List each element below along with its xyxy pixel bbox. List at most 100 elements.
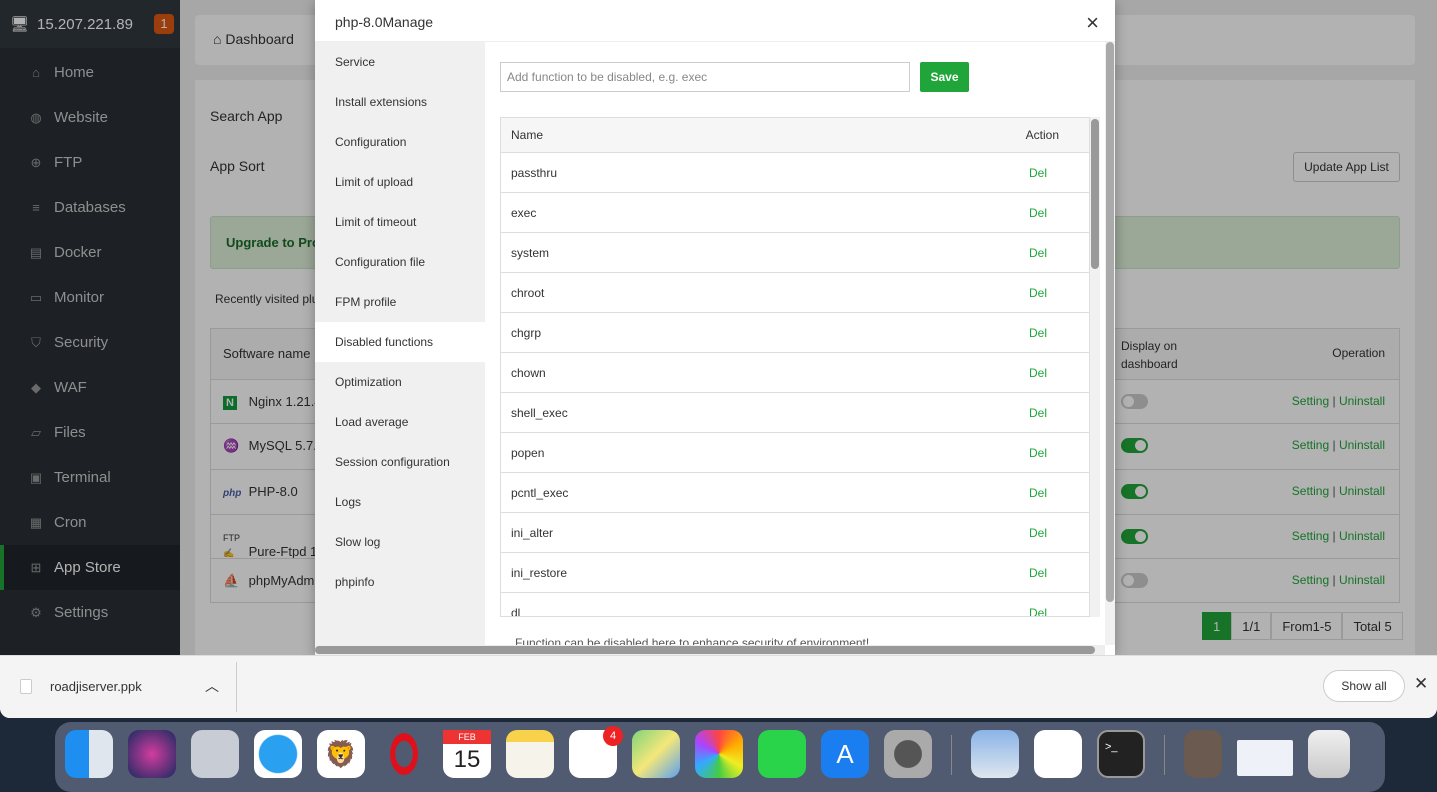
php-manage-modal: php-8.0Manage × Service Install extension… bbox=[315, 0, 1115, 655]
delete-link[interactable]: Del bbox=[1029, 446, 1047, 460]
function-name: ini_alter bbox=[511, 526, 554, 540]
function-name: chown bbox=[511, 366, 546, 380]
delete-link[interactable]: Del bbox=[1029, 526, 1047, 540]
calendar-icon[interactable]: FEB 15 bbox=[443, 730, 491, 778]
function-row: chown Del bbox=[501, 353, 1089, 393]
function-name: system bbox=[511, 246, 550, 260]
function-row: shell_exec Del bbox=[501, 393, 1089, 433]
delete-link[interactable]: Del bbox=[1029, 486, 1047, 500]
calendar-day: 15 bbox=[453, 746, 481, 773]
maps-icon[interactable] bbox=[632, 730, 680, 778]
show-all-button[interactable]: Show all bbox=[1323, 670, 1405, 702]
chevron-up-icon[interactable]: ︿ bbox=[205, 676, 219, 696]
system-preferences-icon[interactable] bbox=[884, 730, 932, 778]
disabled-functions-panel: Save NameAction passthruDelexecDelsystem… bbox=[485, 42, 1105, 645]
safari-icon[interactable] bbox=[254, 730, 302, 778]
function-name: chgrp bbox=[511, 326, 542, 340]
menu-item-optimization[interactable]: Optimization bbox=[315, 362, 485, 402]
terminal-icon[interactable]: >_ bbox=[1097, 730, 1145, 778]
function-name: dl bbox=[511, 606, 521, 617]
delete-link[interactable]: Del bbox=[1029, 606, 1047, 616]
photos-icon[interactable] bbox=[695, 730, 743, 778]
function-row: popen Del bbox=[501, 433, 1089, 473]
menu-item-load-average[interactable]: Load average bbox=[315, 402, 485, 442]
delete-link[interactable]: Del bbox=[1029, 246, 1047, 260]
menu-item-configuration[interactable]: Configuration bbox=[315, 122, 485, 162]
function-row: ini_restore Del bbox=[501, 553, 1089, 593]
function-name: shell_exec bbox=[511, 406, 568, 420]
menu-item-slow-log[interactable]: Slow log bbox=[315, 522, 485, 562]
delete-link[interactable]: Del bbox=[1029, 366, 1047, 380]
file-icon bbox=[20, 679, 32, 694]
delete-link[interactable]: Del bbox=[1029, 206, 1047, 220]
col-action: Action bbox=[1025, 128, 1059, 142]
trash-icon[interactable] bbox=[1308, 730, 1350, 778]
facetime-icon[interactable] bbox=[758, 730, 806, 778]
function-row: pcntl_exec Del bbox=[501, 473, 1089, 513]
menu-item-configuration-file[interactable]: Configuration file bbox=[315, 242, 485, 282]
menu-item-limit-of-upload[interactable]: Limit of upload bbox=[315, 162, 485, 202]
modal-title: php-8.0Manage bbox=[315, 0, 1115, 42]
delete-link[interactable]: Del bbox=[1029, 566, 1047, 580]
function-name: chroot bbox=[511, 286, 545, 300]
function-name: passthru bbox=[511, 166, 558, 180]
notes-icon[interactable] bbox=[506, 730, 554, 778]
reminders-badge: 4 bbox=[603, 726, 623, 746]
modal-scrollbar[interactable] bbox=[1105, 42, 1115, 645]
browser-window: 🖥 15.207.221.89 1 ⌂ Home ◍ Website ⊕ FTP ≡ Data… bbox=[0, 0, 1437, 718]
calendar-month: FEB bbox=[443, 730, 491, 744]
functions-table: Name Action passthru Del exec Del system Del ch… bbox=[500, 117, 1090, 617]
col-name: Name bbox=[511, 128, 544, 142]
function-row: system Del bbox=[501, 233, 1089, 273]
reminders-icon[interactable]: 4 bbox=[569, 726, 623, 778]
finder-icon[interactable] bbox=[65, 730, 113, 778]
table-scrollbar[interactable] bbox=[1090, 117, 1100, 617]
app-store-icon[interactable]: A bbox=[821, 730, 869, 778]
menu-item-limit-of-timeout[interactable]: Limit of timeout bbox=[315, 202, 485, 242]
menu-item-logs[interactable]: Logs bbox=[315, 482, 485, 522]
dock: 🦁 FEB 15 4 A >_ bbox=[55, 722, 1385, 792]
delete-link[interactable]: Del bbox=[1029, 326, 1047, 340]
opera-icon[interactable] bbox=[380, 730, 428, 778]
function-input[interactable] bbox=[500, 62, 910, 92]
menu-item-disabled-functions[interactable]: Disabled functions bbox=[315, 322, 485, 362]
save-button[interactable]: Save bbox=[920, 62, 969, 92]
menu-item-install-extensions[interactable]: Install extensions bbox=[315, 82, 485, 122]
launchpad-icon[interactable] bbox=[191, 730, 239, 778]
delete-link[interactable]: Del bbox=[1029, 406, 1047, 420]
dock-divider bbox=[951, 735, 952, 775]
menu-item-service[interactable]: Service bbox=[315, 42, 485, 82]
function-name: popen bbox=[511, 446, 545, 460]
download-item[interactable]: roadjiserver.ppk bbox=[20, 679, 142, 694]
menu-item-phpinfo[interactable]: phpinfo bbox=[315, 562, 485, 602]
function-name: pcntl_exec bbox=[511, 486, 569, 500]
siri-icon[interactable] bbox=[128, 730, 176, 778]
screenshot-thumbnail-icon[interactable] bbox=[1237, 740, 1293, 776]
function-row: chgrp Del bbox=[501, 313, 1089, 353]
menu-item-session-configuration[interactable]: Session configuration bbox=[315, 442, 485, 482]
help-note: Function can be disabled here to enhance… bbox=[515, 636, 870, 645]
function-row: ini_alter Del bbox=[501, 513, 1089, 553]
dock-divider bbox=[1164, 735, 1165, 775]
function-row: dl Del bbox=[501, 593, 1089, 617]
function-row: exec Del bbox=[501, 193, 1089, 233]
menu-item-fpm-profile[interactable]: FPM profile bbox=[315, 282, 485, 322]
close-download-bar-icon[interactable]: ✕ bbox=[1414, 674, 1428, 694]
function-name: ini_restore bbox=[511, 566, 568, 580]
preview-icon[interactable] bbox=[971, 730, 1019, 778]
delete-link[interactable]: Del bbox=[1029, 166, 1047, 180]
delete-link[interactable]: Del bbox=[1029, 286, 1047, 300]
brave-icon[interactable]: 🦁 bbox=[317, 730, 365, 778]
modal-menu: Service Install extensions Configuration Li… bbox=[315, 42, 485, 645]
table-header: Name Action bbox=[501, 118, 1089, 153]
textedit-icon[interactable] bbox=[1034, 730, 1082, 778]
close-icon[interactable]: × bbox=[1086, 10, 1099, 36]
function-name: exec bbox=[511, 206, 537, 220]
function-row: passthru Del bbox=[501, 153, 1089, 193]
divider bbox=[236, 662, 237, 712]
horizontal-scrollbar[interactable] bbox=[315, 645, 1105, 655]
download-bar: roadjiserver.ppk ︿ Show all ✕ bbox=[0, 655, 1437, 718]
function-row: chroot Del bbox=[501, 273, 1089, 313]
download-filename[interactable]: roadjiserver.ppk bbox=[50, 679, 142, 694]
photo-thumbnail-icon[interactable] bbox=[1184, 730, 1222, 778]
